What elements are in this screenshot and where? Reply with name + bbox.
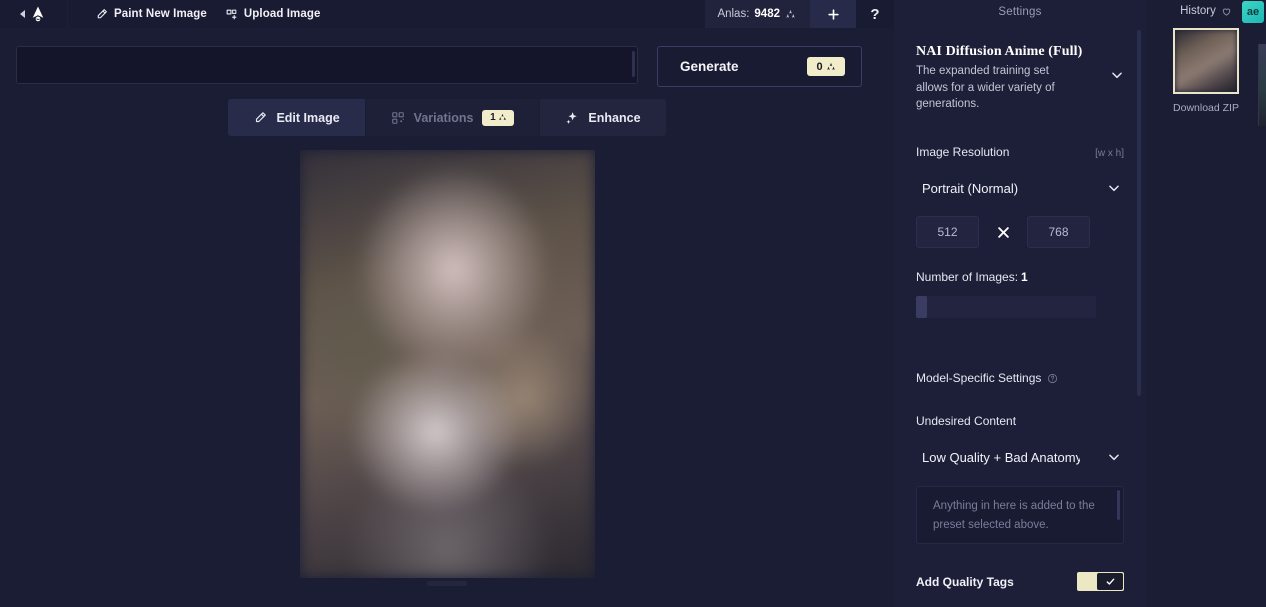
anlas-count: 9482 — [754, 8, 780, 20]
model-name: NAI Diffusion Anime (Full) — [916, 44, 1083, 59]
history-thumbnail-item[interactable] — [1173, 28, 1239, 94]
slider-thumb[interactable] — [916, 296, 927, 319]
image-canvas-area — [16, 150, 878, 586]
chevron-down-icon[interactable] — [1107, 181, 1121, 195]
undesired-content-textarea-wrap[interactable] — [916, 486, 1124, 545]
generate-button[interactable]: Generate 0 — [657, 46, 862, 87]
generate-cost-chip: 0 — [807, 57, 845, 76]
ae-extension-badge[interactable]: ae — [1242, 1, 1264, 23]
model-specific-settings-header: Model-Specific Settings — [916, 371, 1124, 385]
top-bar-actions: Paint New Image Upload Image — [68, 3, 330, 26]
grid-variations-icon — [391, 111, 405, 125]
chevron-left-icon[interactable] — [20, 10, 25, 18]
model-description: The expanded training set allows for a w… — [916, 65, 1055, 111]
image-action-tabs: Edit Image Variations 1 Enhance — [16, 99, 878, 136]
model-specific-settings-label: Model-Specific Settings — [916, 371, 1042, 386]
undesired-content-preset-select[interactable]: Low Quality + Bad Anatomy — [916, 442, 1124, 472]
download-zip-button[interactable]: Download ZIP — [1173, 102, 1239, 114]
tab-enhance[interactable]: Enhance — [539, 99, 666, 136]
add-quality-tags-toggle[interactable] — [1077, 572, 1124, 592]
undesired-content-textarea[interactable] — [917, 487, 1123, 544]
novelai-logo-icon[interactable] — [29, 5, 47, 23]
undesired-content-preset-value: Low Quality + Bad Anatomy — [922, 449, 1080, 465]
history-thumbnail-preview — [1175, 30, 1237, 92]
resolution-dimensions: 512 768 — [916, 216, 1124, 249]
settings-body: NAI Diffusion Anime (Full) The expanded … — [894, 44, 1146, 592]
number-of-images-slider[interactable] — [916, 296, 1096, 319]
close-x-icon — [979, 225, 1027, 240]
image-resolution-label: Image Resolution — [916, 145, 1010, 160]
main-content: Generate 0 Edit Image Variations 1 Enhan… — [0, 28, 894, 607]
question-circle-icon[interactable] — [1047, 373, 1058, 384]
generated-image[interactable] — [299, 150, 595, 578]
check-icon — [1105, 576, 1116, 587]
plus-icon — [826, 7, 841, 22]
chevron-down-icon[interactable] — [1107, 450, 1121, 464]
anlas-icon — [498, 113, 507, 122]
model-selector[interactable]: NAI Diffusion Anime (Full) The expanded … — [916, 44, 1124, 113]
undesired-content-scrollbar[interactable] — [1117, 490, 1120, 521]
anlas-balance[interactable]: Anlas: 9482 — [705, 0, 810, 28]
top-bar: Paint New Image Upload Image Anlas: 9482 — [0, 0, 894, 28]
settings-panel: Settings NAI Diffusion Anime (Full) The … — [894, 0, 1146, 607]
image-toolbar-stub[interactable] — [427, 581, 467, 586]
top-bar-right: Anlas: 9482 ? — [705, 0, 894, 28]
resolution-height-input[interactable]: 768 — [1027, 216, 1090, 249]
sparkles-icon — [565, 111, 579, 125]
add-anlas-button[interactable] — [810, 0, 856, 28]
add-quality-tags-label: Add Quality Tags — [916, 574, 1014, 589]
history-panel: History ae Download ZIP — [1146, 0, 1266, 607]
prompt-scrollbar[interactable] — [632, 51, 635, 77]
prompt-input[interactable] — [17, 47, 637, 83]
right-edge-strip[interactable] — [1258, 44, 1266, 126]
history-title: History — [1180, 5, 1216, 17]
tab-variations-badge: 1 — [482, 109, 515, 126]
resolution-preset-value: Portrait (Normal) — [922, 180, 1019, 196]
tab-variations[interactable]: Variations 1 — [364, 99, 540, 136]
prompt-section: Generate 0 Edit Image Variations 1 Enhan… — [0, 28, 894, 586]
resolution-width-input[interactable]: 512 — [916, 216, 979, 249]
image-resolution-hint: [w x h] — [1095, 148, 1124, 160]
tab-edit-image-label: Edit Image — [276, 110, 340, 125]
pencil-icon — [95, 8, 108, 21]
settings-scrollbar[interactable] — [1137, 30, 1141, 396]
paint-new-image-label: Paint New Image — [114, 8, 207, 20]
toggle-knob — [1097, 573, 1123, 591]
heart-icon[interactable] — [1221, 6, 1232, 17]
logo-zone — [0, 0, 68, 28]
help-button[interactable]: ? — [856, 0, 894, 28]
generate-cost-value: 0 — [816, 60, 823, 73]
resolution-preset-select[interactable]: Portrait (Normal) — [916, 173, 1124, 203]
tab-variations-badge-value: 1 — [490, 112, 496, 123]
upload-image-label: Upload Image — [243, 8, 321, 20]
prompt-box[interactable] — [16, 46, 638, 84]
pencil-icon — [253, 111, 267, 125]
number-of-images-text: Number of Images: — [916, 270, 1019, 285]
anlas-label: Anlas: — [717, 8, 750, 20]
anlas-icon — [826, 62, 836, 72]
chevron-down-icon[interactable] — [1110, 68, 1124, 82]
anlas-icon — [785, 9, 796, 20]
add-quality-tags-row: Add Quality Tags — [916, 572, 1124, 592]
tab-edit-image[interactable]: Edit Image — [228, 99, 365, 136]
history-thumbnails: Download ZIP — [1173, 28, 1239, 114]
tab-enhance-label: Enhance — [588, 110, 641, 125]
number-of-images-value: 1 — [1021, 270, 1028, 285]
novelai-image-generation-app: Paint New Image Upload Image Anlas: 9482 — [0, 0, 1266, 607]
image-resolution-header: Image Resolution [w x h] — [916, 145, 1124, 159]
settings-panel-title: Settings — [998, 6, 1042, 18]
undesired-content-label: Undesired Content — [916, 414, 1017, 429]
paint-new-image-button[interactable]: Paint New Image — [86, 3, 216, 26]
generate-label: Generate — [680, 59, 739, 74]
upload-icon — [225, 8, 238, 21]
number-of-images-label: Number of Images: 1 — [916, 270, 1124, 284]
upload-image-button[interactable]: Upload Image — [216, 3, 330, 26]
tab-variations-label: Variations — [413, 110, 474, 125]
generated-image-preview — [299, 150, 595, 578]
